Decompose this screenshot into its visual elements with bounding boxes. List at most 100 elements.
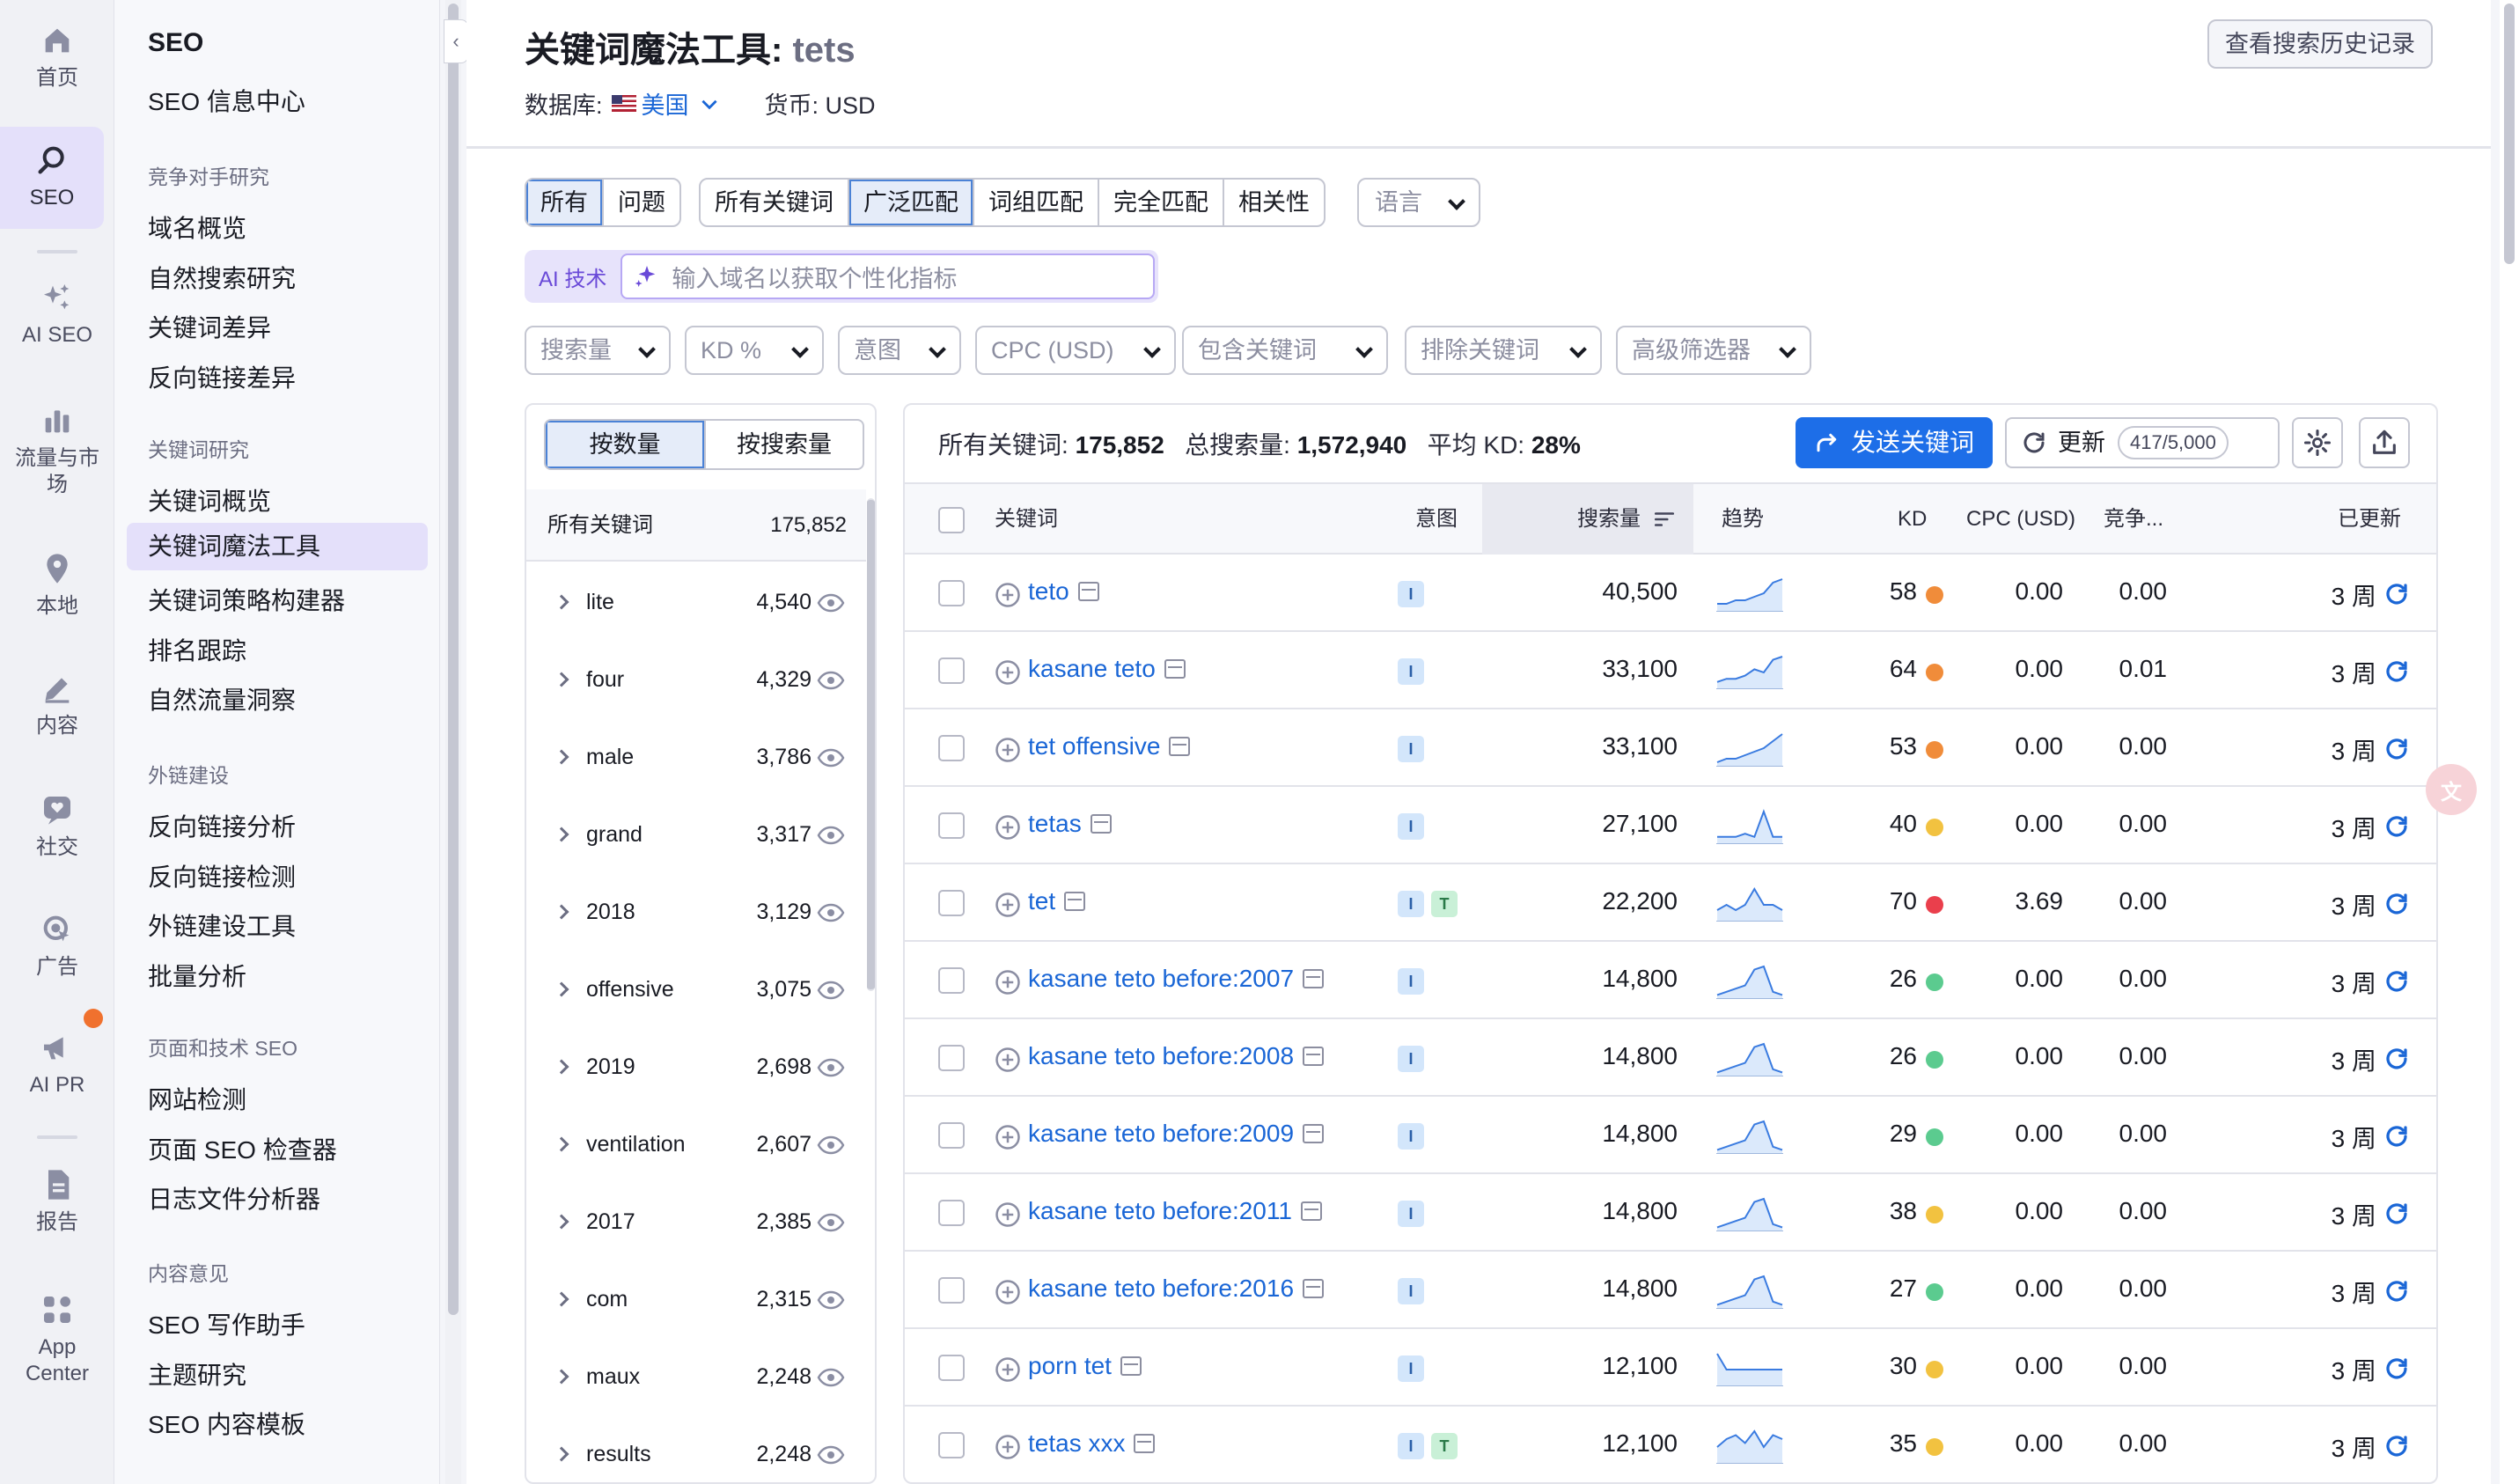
- chevron-right-icon[interactable]: [554, 981, 569, 997]
- col-keyword[interactable]: 关键词: [995, 484, 1058, 555]
- eye-icon[interactable]: [817, 903, 845, 922]
- group-row[interactable]: male 3,786: [526, 718, 866, 796]
- keyword-link[interactable]: tet offensive: [1028, 732, 1191, 760]
- by-volume-tab[interactable]: 按搜索量: [704, 421, 863, 468]
- row-checkbox[interactable]: [938, 1045, 965, 1071]
- row-checkbox[interactable]: [938, 658, 965, 684]
- refresh-icon[interactable]: [2383, 1433, 2410, 1459]
- filter-0[interactable]: 搜索量: [525, 326, 671, 375]
- group-row[interactable]: offensive 3,075: [526, 951, 866, 1028]
- menu-item[interactable]: 自然搜索研究: [148, 260, 296, 295]
- filter-6[interactable]: 高级筛选器: [1616, 326, 1811, 375]
- rail-apps-grid[interactable]: App Center: [0, 1292, 114, 1387]
- add-keyword-icon[interactable]: [995, 1201, 1021, 1228]
- group-row[interactable]: 2019 2,698: [526, 1028, 866, 1106]
- menu-item[interactable]: 反向链接分析: [148, 808, 296, 843]
- tab-type-0[interactable]: 所有: [526, 180, 604, 225]
- refresh-icon[interactable]: [2383, 1278, 2410, 1304]
- rail-home[interactable]: 首页: [0, 23, 114, 92]
- settings-button[interactable]: [2292, 417, 2343, 468]
- serp-icon[interactable]: [1164, 659, 1186, 679]
- eye-icon[interactable]: [817, 1058, 845, 1077]
- add-keyword-icon[interactable]: [995, 1279, 1021, 1305]
- database-select[interactable]: 美国: [642, 86, 689, 121]
- serp-icon[interactable]: [1303, 969, 1325, 988]
- collapse-menu-button[interactable]: ‹: [444, 19, 468, 63]
- serp-icon[interactable]: [1090, 814, 1112, 834]
- menu-item[interactable]: 关键词概览: [148, 482, 271, 518]
- add-keyword-icon[interactable]: [995, 659, 1021, 686]
- chevron-right-icon[interactable]: [554, 1059, 569, 1075]
- menu-item[interactable]: 关键词策略构建器: [148, 582, 345, 617]
- row-checkbox[interactable]: [938, 735, 965, 761]
- rail-bar-chart[interactable]: 流量与市场: [0, 403, 114, 498]
- refresh-icon[interactable]: [2383, 1201, 2410, 1227]
- col-intent[interactable]: 意图: [1415, 484, 1458, 555]
- menu-item[interactable]: 自然流量洞察: [148, 681, 296, 716]
- filter-1[interactable]: KD %: [685, 326, 824, 375]
- search-history-button[interactable]: 查看搜索历史记录: [2207, 19, 2433, 69]
- chevron-down-icon[interactable]: [698, 92, 721, 115]
- menu-item[interactable]: 页面 SEO 检查器: [148, 1131, 337, 1166]
- rail-location-pin[interactable]: 本地: [0, 551, 114, 620]
- chevron-right-icon[interactable]: [554, 1136, 569, 1152]
- keyword-link[interactable]: kasane teto before:2011: [1028, 1197, 1322, 1225]
- serp-icon[interactable]: [1077, 582, 1099, 601]
- row-checkbox[interactable]: [938, 1355, 965, 1381]
- rail-pencil[interactable]: 内容: [0, 671, 114, 739]
- row-checkbox[interactable]: [938, 1432, 965, 1458]
- refresh-icon[interactable]: [2383, 581, 2410, 607]
- eye-icon[interactable]: [817, 1213, 845, 1232]
- eye-icon[interactable]: [817, 1135, 845, 1155]
- col-volume[interactable]: 搜索量: [1482, 484, 1693, 555]
- groups-header[interactable]: 所有关键词 175,852: [526, 489, 866, 562]
- keyword-link[interactable]: teto: [1028, 577, 1099, 606]
- export-button[interactable]: [2359, 417, 2410, 468]
- rail-seo[interactable]: SEO: [0, 127, 104, 229]
- serp-icon[interactable]: [1134, 1434, 1156, 1453]
- col-kd[interactable]: KD: [1898, 484, 1927, 555]
- keyword-link[interactable]: tet: [1028, 887, 1086, 915]
- by-count-tab[interactable]: 按数量: [546, 421, 704, 468]
- eye-icon[interactable]: [817, 671, 845, 690]
- refresh-icon[interactable]: [2383, 1123, 2410, 1150]
- keyword-link[interactable]: tetas xxx: [1028, 1429, 1156, 1458]
- keyword-link[interactable]: tetas: [1028, 810, 1112, 838]
- refresh-icon[interactable]: [2383, 1046, 2410, 1072]
- refresh-icon[interactable]: [2383, 658, 2410, 685]
- menu-item[interactable]: SEO 写作助手: [148, 1306, 305, 1341]
- domain-input[interactable]: 输入域名以获取个性化指标: [621, 253, 1155, 299]
- keyword-link[interactable]: kasane teto before:2009: [1028, 1120, 1325, 1148]
- chevron-right-icon[interactable]: [554, 826, 569, 842]
- serp-icon[interactable]: [1303, 1047, 1325, 1066]
- serp-icon[interactable]: [1303, 1279, 1325, 1298]
- chevron-right-icon[interactable]: [554, 594, 569, 610]
- page-scrollbar[interactable]: [2500, 0, 2519, 1484]
- menu-item[interactable]: 反向链接差异: [148, 359, 296, 394]
- select-all-checkbox[interactable]: [938, 507, 965, 533]
- add-keyword-icon[interactable]: [995, 1124, 1021, 1150]
- translate-icon[interactable]: 文: [2426, 764, 2477, 815]
- serp-icon[interactable]: [1303, 1124, 1325, 1143]
- group-row[interactable]: ventilation 2,607: [526, 1106, 866, 1183]
- menu-item[interactable]: 网站检测: [148, 1081, 246, 1116]
- update-button[interactable]: 更新 417/5,000: [2005, 417, 2280, 468]
- group-row[interactable]: com 2,315: [526, 1260, 866, 1338]
- refresh-icon[interactable]: [2383, 891, 2410, 917]
- keyword-link[interactable]: kasane teto before:2016: [1028, 1275, 1325, 1303]
- chevron-right-icon[interactable]: [554, 1214, 569, 1230]
- row-checkbox[interactable]: [938, 580, 965, 606]
- group-row[interactable]: four 4,329: [526, 641, 866, 718]
- group-row[interactable]: 2018 3,129: [526, 873, 866, 951]
- serp-icon[interactable]: [1120, 1356, 1142, 1376]
- keyword-link[interactable]: kasane teto before:2008: [1028, 1042, 1325, 1070]
- rail-heart-chat[interactable]: 社交: [0, 792, 114, 861]
- rail-report[interactable]: 报告: [0, 1167, 114, 1236]
- serp-icon[interactable]: [1169, 737, 1191, 756]
- serp-icon[interactable]: [1300, 1201, 1322, 1221]
- tab-match-3[interactable]: 完全匹配: [1099, 180, 1224, 225]
- group-row[interactable]: maux 2,248: [526, 1338, 866, 1415]
- add-keyword-icon[interactable]: [995, 737, 1021, 763]
- eye-icon[interactable]: [817, 1368, 845, 1387]
- col-updated[interactable]: 已更新: [2338, 484, 2401, 555]
